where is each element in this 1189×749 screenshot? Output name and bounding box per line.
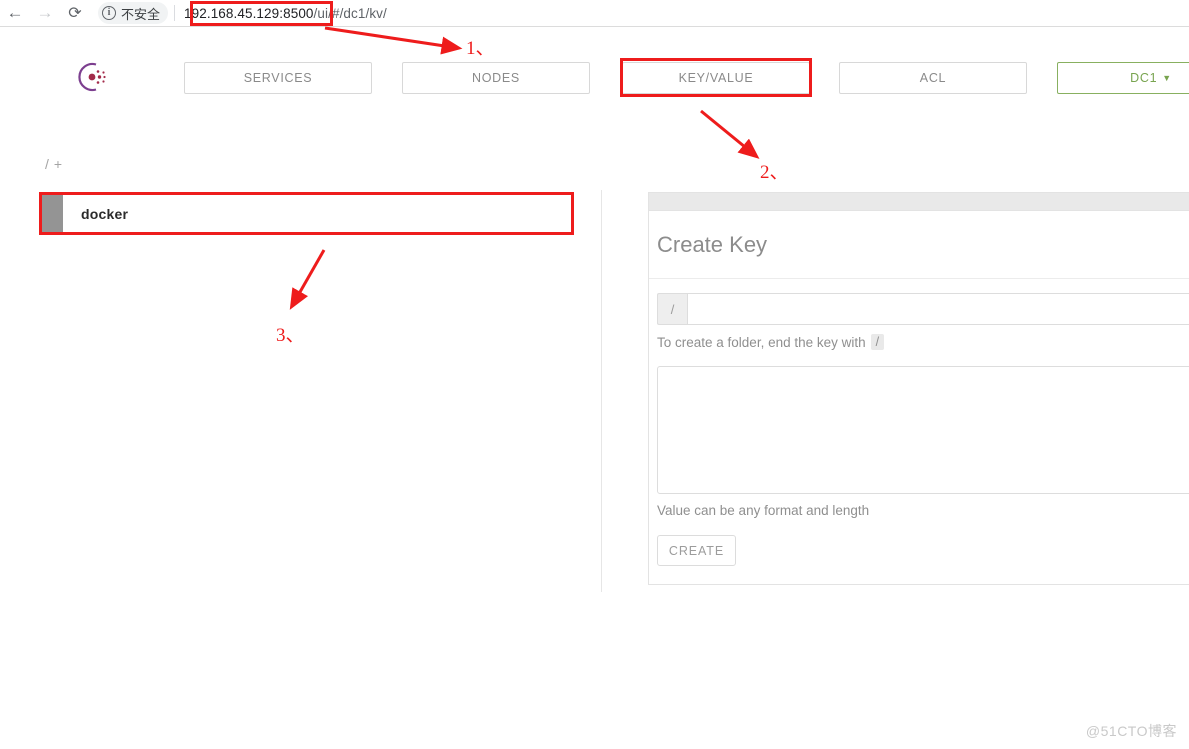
tab-acl-label: ACL: [919, 71, 947, 85]
column-divider: [601, 190, 602, 592]
create-key-form: / To create a folder, end the key with /…: [649, 279, 1189, 584]
tab-services-label: SERVICES: [243, 71, 313, 85]
create-key-panel: Create Key / To create a folder, end the…: [648, 192, 1189, 585]
datacenter-label: DC1: [1130, 71, 1158, 85]
key-input[interactable]: [687, 293, 1189, 325]
url-path: /ui/#/dc1/kv/: [313, 5, 387, 21]
address-bar[interactable]: i 不安全 192.168.45.129:8500/ui/#/dc1/kv/: [98, 2, 1189, 25]
key-input-group: /: [657, 293, 1189, 325]
browser-toolbar: ← → ⟳ i 不安全 192.168.45.129:8500/ui/#/dc1…: [0, 0, 1189, 27]
breadcrumb-root[interactable]: /: [45, 156, 50, 172]
tab-services[interactable]: SERVICES: [184, 62, 372, 94]
panel-header-strip: [649, 193, 1189, 211]
url-text: 192.168.45.129:8500/ui/#/dc1/kv/: [184, 6, 387, 21]
annotation-arrow-3: [289, 249, 326, 310]
breadcrumb: / +: [45, 156, 63, 172]
breadcrumb-add-icon[interactable]: +: [54, 156, 63, 172]
annotation-label-3: 3、: [276, 325, 305, 346]
tab-key-value[interactable]: KEY/VALUE: [622, 62, 810, 94]
url-host: 192.168.45.129:8500: [184, 5, 314, 21]
consul-logo[interactable]: [72, 57, 112, 97]
key-help-label: To create a folder, end the key with: [657, 334, 866, 350]
forward-arrow-icon: →: [36, 3, 54, 22]
kv-list: docker: [41, 194, 572, 233]
info-circle-icon: i: [102, 6, 116, 20]
kv-item-label: docker: [81, 205, 129, 222]
security-status-chip[interactable]: i 不安全: [98, 2, 169, 24]
tab-key-value-label: KEY/VALUE: [678, 71, 754, 85]
chevron-down-icon: ▼: [1162, 73, 1172, 83]
folder-indicator-bar: [42, 195, 63, 232]
datacenter-selector[interactable]: DC1 ▼: [1057, 62, 1189, 94]
tab-nodes[interactable]: NODES: [402, 62, 590, 94]
create-button[interactable]: CREATE: [657, 535, 736, 566]
key-help-text: To create a folder, end the key with /: [657, 334, 1189, 350]
key-prefix-label: /: [657, 293, 687, 325]
list-item[interactable]: docker: [41, 194, 572, 233]
watermark: @51CTO博客: [1085, 723, 1177, 739]
omnibox-divider: [174, 5, 176, 21]
tab-nodes-label: NODES: [472, 71, 520, 85]
value-help-text: Value can be any format and length: [657, 503, 870, 518]
reload-icon[interactable]: ⟳: [60, 0, 90, 27]
annotation-label-2: 2、: [760, 162, 789, 183]
annotation-arrow-2: [700, 109, 760, 159]
tab-acl[interactable]: ACL: [839, 62, 1027, 94]
back-arrow-icon[interactable]: ←: [0, 0, 30, 27]
security-status-label: 不安全: [121, 6, 161, 22]
page-title: Create Key: [649, 211, 1189, 279]
key-help-code: /: [870, 334, 885, 350]
value-textarea[interactable]: [657, 366, 1189, 494]
